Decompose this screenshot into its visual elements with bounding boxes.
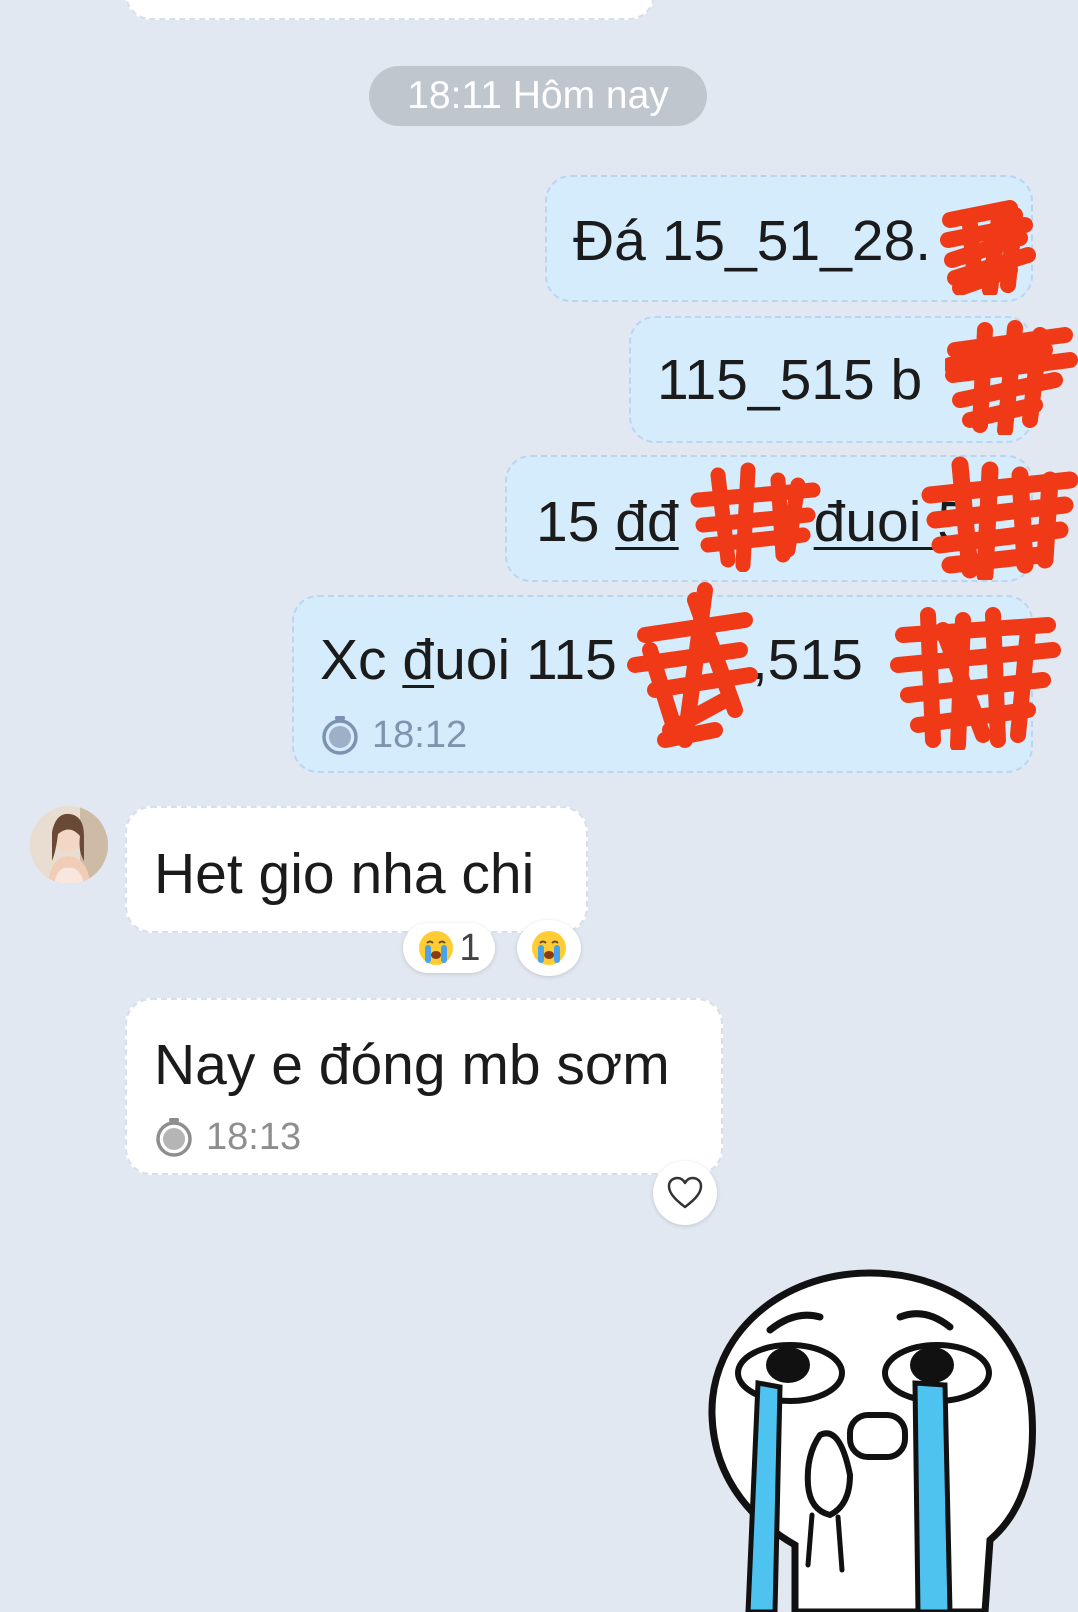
reaction-count: 1 [459, 926, 481, 969]
heart-react-button[interactable] [653, 1161, 717, 1225]
msg4-part-b: đ [402, 628, 435, 692]
outgoing-message-4-text: Xc đuoi 115,515 [320, 632, 863, 689]
contact-avatar[interactable] [30, 806, 108, 884]
incoming-message-2-text: Nay e đóng mb sơm [154, 1033, 670, 1097]
crying-sticker[interactable] [700, 1265, 1040, 1612]
incoming-time: 18:13 [206, 1116, 302, 1158]
outgoing-message-3-text: 15 đđ đuoi 5 [536, 494, 969, 551]
reaction-button[interactable] [517, 920, 581, 976]
reaction-summary[interactable]: 1 [403, 923, 495, 973]
date-divider: 18:11 Hôm nay [369, 66, 707, 126]
msg4-part-a: Xc [320, 628, 403, 692]
clock-icon [156, 1118, 192, 1157]
outgoing-message-1-text: Đá 15_51_28. [573, 209, 932, 273]
incoming-message-1-text: Het gio nha chi [154, 842, 535, 906]
outgoing-time: 18:12 [372, 714, 468, 756]
crying-emoji-icon [419, 931, 454, 965]
crying-emoji-icon [532, 931, 566, 965]
msg3-part-a: 15 [536, 490, 616, 554]
clock-icon [322, 716, 358, 755]
previous-message-bubble[interactable] [125, 0, 655, 20]
msg4-part-c: uoi 115 [434, 628, 617, 692]
outgoing-message-2-text: 115_515 b [657, 348, 923, 412]
avatar-image [30, 806, 108, 884]
incoming-timestamp: 18:13 [154, 1117, 301, 1157]
msg3-part-b: đđ [615, 490, 679, 554]
msg4-part-d: ,515 [751, 628, 863, 692]
msg3-part-c: đuoi 5 [813, 490, 969, 554]
outgoing-timestamp: 18:12 [320, 715, 467, 755]
heart-icon [667, 1176, 703, 1209]
